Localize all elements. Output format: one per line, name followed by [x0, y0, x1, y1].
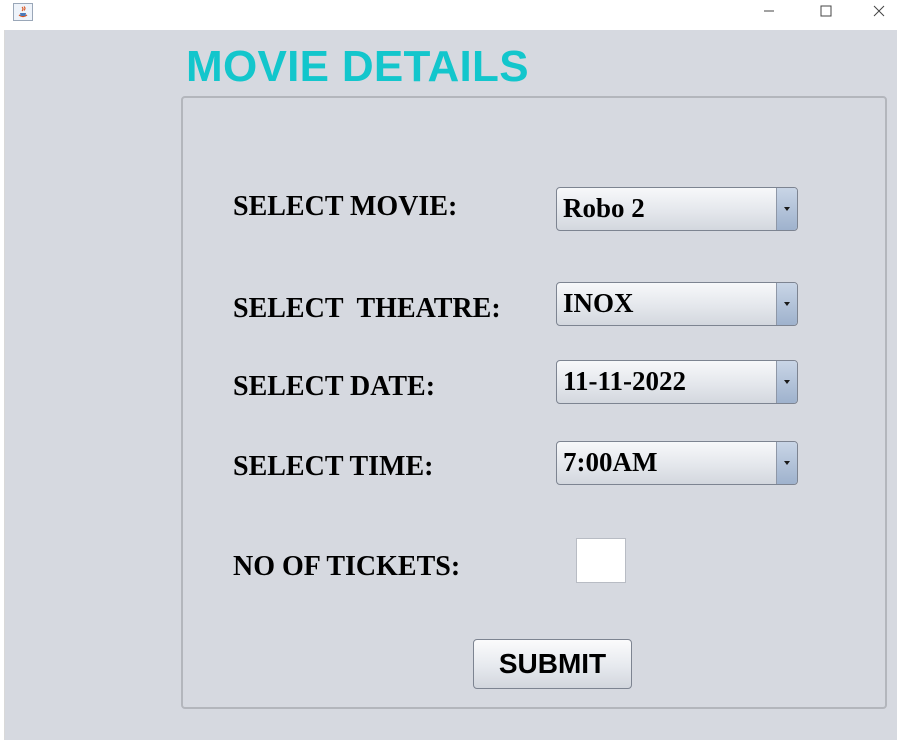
time-label: SELECT TIME: — [233, 451, 434, 482]
date-select-value: 11-11-2022 — [563, 366, 687, 396]
app-window: MOVIE DETAILS SELECT MOVIE: Robo 2 SELEC… — [0, 0, 897, 740]
date-select[interactable]: 11-11-2022 — [556, 360, 798, 404]
time-select-arrow[interactable] — [776, 442, 797, 484]
movie-select[interactable]: Robo 2 — [556, 187, 798, 231]
content-pane: MOVIE DETAILS SELECT MOVIE: Robo 2 SELEC… — [5, 30, 897, 740]
tickets-input[interactable] — [576, 538, 626, 583]
date-label: SELECT DATE: — [233, 371, 436, 402]
page-title: MOVIE DETAILS — [186, 42, 529, 91]
dropdown-arrow-icon — [784, 207, 790, 211]
title-bar — [0, 0, 897, 30]
close-icon — [873, 4, 885, 22]
close-button[interactable] — [861, 0, 897, 26]
minimize-icon — [763, 4, 775, 22]
minimize-button[interactable] — [746, 0, 792, 26]
movie-label: SELECT MOVIE: — [233, 191, 458, 222]
maximize-icon — [820, 4, 832, 22]
time-select-value: 7:00AM — [563, 447, 658, 477]
submit-button[interactable]: SUBMIT — [473, 639, 632, 689]
theatre-select-value: INOX — [563, 288, 634, 318]
theatre-select-arrow[interactable] — [776, 283, 797, 325]
movie-select-value: Robo 2 — [563, 193, 645, 223]
date-select-arrow[interactable] — [776, 361, 797, 403]
movie-details-form: SELECT MOVIE: Robo 2 SELECT THEATRE: INO… — [181, 96, 887, 709]
theatre-label: SELECT THEATRE: — [233, 293, 501, 324]
maximize-button[interactable] — [803, 0, 849, 26]
dropdown-arrow-icon — [784, 461, 790, 465]
dropdown-arrow-icon — [784, 302, 790, 306]
theatre-select[interactable]: INOX — [556, 282, 798, 326]
time-select[interactable]: 7:00AM — [556, 441, 798, 485]
tickets-label: NO OF TICKETS: — [233, 551, 461, 582]
movie-select-arrow[interactable] — [776, 188, 797, 230]
dropdown-arrow-icon — [784, 380, 790, 384]
java-app-icon[interactable] — [13, 3, 33, 21]
